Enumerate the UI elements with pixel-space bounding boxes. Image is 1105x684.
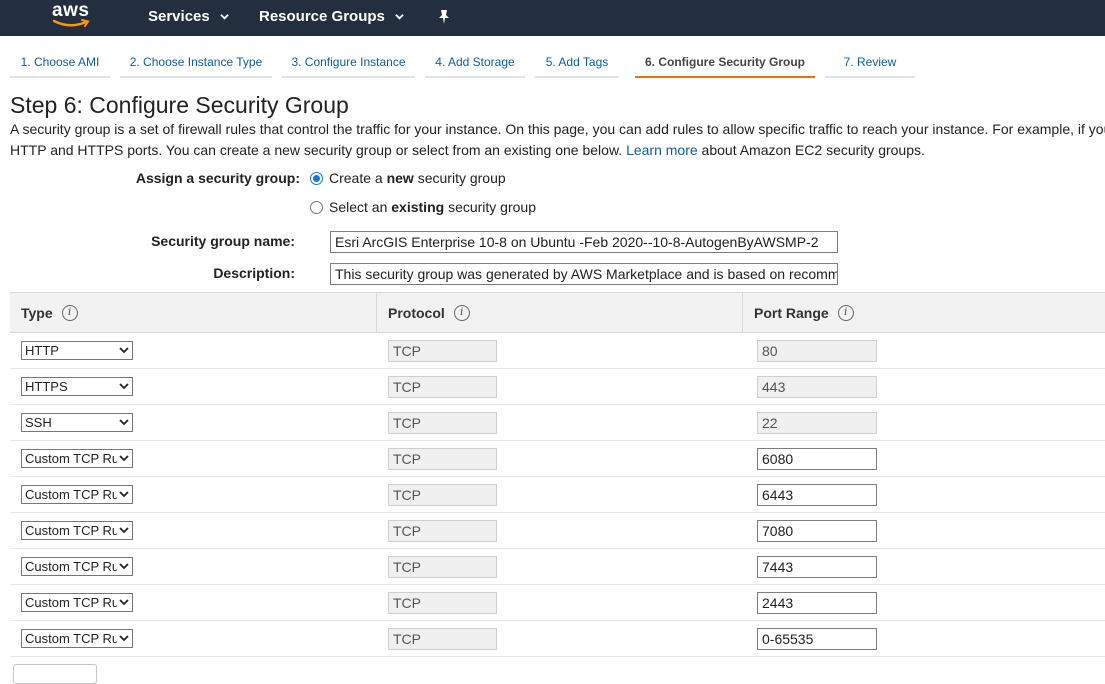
column-port-range: Port Range i — [742, 293, 1105, 332]
tab-configure-security-group[interactable]: 6. Configure Security Group — [635, 48, 815, 78]
table-row: HTTPS TCP 443 — [10, 369, 1105, 405]
wizard-steps: 1. Choose AMI 2. Choose Instance Type 3.… — [10, 48, 915, 78]
port-range-field: 80 — [757, 340, 877, 362]
services-label: Services — [148, 8, 210, 25]
chevron-down-icon — [119, 419, 129, 426]
table-row: SSH TCP 22 — [10, 405, 1105, 441]
intro-line-1: A security group is a set of firewall ru… — [10, 121, 1105, 137]
protocol-field: TCP — [388, 340, 497, 362]
table-row: Custom TCP Rule TCP 2443 — [10, 585, 1105, 621]
type-select[interactable]: Custom TCP Rule — [21, 593, 133, 612]
tab-add-storage[interactable]: 4. Add Storage — [425, 48, 525, 78]
tab-choose-instance-type[interactable]: 2. Choose Instance Type — [120, 48, 272, 78]
tab-choose-ami[interactable]: 1. Choose AMI — [10, 48, 110, 78]
type-select[interactable]: Custom TCP Rule — [21, 449, 133, 468]
port-range-field: 443 — [757, 376, 877, 398]
protocol-field: TCP — [388, 484, 497, 506]
intro-line-2-tail: about Amazon EC2 security groups. — [701, 142, 925, 158]
protocol-field: TCP — [388, 520, 497, 542]
type-select[interactable]: Custom TCP Rule — [21, 521, 133, 540]
protocol-field: TCP — [388, 592, 497, 614]
aws-logo[interactable]: aws — [52, 0, 96, 32]
resource-groups-label: Resource Groups — [259, 8, 385, 25]
port-range-input[interactable]: 0-65535 — [757, 628, 877, 650]
info-icon[interactable]: i — [837, 304, 854, 321]
chevron-down-icon — [119, 635, 129, 642]
table-row: Custom TCP Rule TCP 0-65535 — [10, 621, 1105, 657]
chevron-down-icon — [119, 599, 129, 606]
page-intro: A security group is a set of firewall ru… — [10, 119, 1105, 161]
radio-create-new-label: Create a new security group — [329, 170, 506, 186]
tab-configure-instance[interactable]: 3. Configure Instance — [282, 48, 415, 78]
table-row: Custom TCP Rule TCP 6080 — [10, 441, 1105, 477]
protocol-field: TCP — [388, 628, 497, 650]
security-rules-table: Type i Protocol i Port Range i HTTP TCP … — [10, 292, 1105, 657]
type-select[interactable]: HTTP — [21, 341, 133, 360]
chevron-down-icon — [119, 347, 129, 354]
aws-smile-icon — [52, 19, 90, 27]
radio-create-new[interactable]: Create a new security group — [310, 170, 506, 186]
chevron-down-icon — [119, 491, 129, 498]
table-row: Custom TCP Rule TCP 6443 — [10, 477, 1105, 513]
intro-line-2: HTTP and HTTPS ports. You can create a n… — [10, 142, 623, 158]
port-range-input[interactable]: 6080 — [757, 448, 877, 470]
tab-review[interactable]: 7. Review — [825, 48, 915, 78]
security-group-name-input[interactable]: Esri ArcGIS Enterprise 10-8 on Ubuntu -F… — [330, 231, 838, 253]
protocol-field: TCP — [388, 376, 497, 398]
radio-select-existing[interactable]: Select an existing security group — [310, 199, 536, 215]
pin-icon[interactable] — [437, 9, 451, 25]
port-range-input[interactable]: 7443 — [757, 556, 877, 578]
port-range-input[interactable]: 7080 — [757, 520, 877, 542]
add-rule-button[interactable] — [13, 664, 97, 684]
type-select[interactable]: Custom TCP Rule — [21, 557, 133, 576]
table-row: HTTP TCP 80 — [10, 333, 1105, 369]
chevron-down-icon — [119, 527, 129, 534]
description-label: Description: — [213, 265, 295, 281]
type-select[interactable]: Custom TCP Rule — [21, 485, 133, 504]
description-input[interactable]: This security group was generated by AWS… — [330, 263, 838, 285]
assign-security-group-label: Assign a security group: — [135, 170, 300, 186]
table-row: Custom TCP Rule TCP 7080 — [10, 513, 1105, 549]
type-select[interactable]: SSH — [21, 413, 133, 432]
table-row: Custom TCP Rule TCP 7443 — [10, 549, 1105, 585]
table-header: Type i Protocol i Port Range i — [10, 292, 1105, 333]
port-range-input[interactable]: 2443 — [757, 592, 877, 614]
radio-select-existing-button[interactable] — [310, 200, 323, 214]
chevron-down-icon — [119, 455, 129, 462]
chevron-down-icon — [119, 383, 129, 390]
chevron-down-icon — [219, 14, 229, 20]
port-range-input[interactable]: 6443 — [757, 484, 877, 506]
column-type: Type i — [10, 293, 376, 332]
tab-add-tags[interactable]: 5. Add Tags — [535, 48, 619, 78]
type-select[interactable]: Custom TCP Rule — [21, 629, 133, 648]
type-select[interactable]: HTTPS — [21, 377, 133, 396]
services-menu[interactable]: Services — [148, 8, 229, 25]
column-protocol: Protocol i — [376, 293, 742, 332]
protocol-field: TCP — [388, 448, 497, 470]
info-icon[interactable]: i — [61, 304, 78, 321]
learn-more-link[interactable]: Learn more — [626, 142, 698, 158]
protocol-field: TCP — [388, 412, 497, 434]
port-range-field: 22 — [757, 412, 877, 434]
protocol-field: TCP — [388, 556, 497, 578]
radio-create-new-button[interactable] — [310, 171, 323, 185]
security-group-name-label: Security group name: — [151, 233, 295, 249]
radio-select-existing-label: Select an existing security group — [329, 199, 536, 215]
info-icon[interactable]: i — [453, 304, 470, 321]
resource-groups-menu[interactable]: Resource Groups — [259, 8, 404, 25]
top-nav-bar: aws Services Resource Groups — [0, 0, 1105, 36]
page-title: Step 6: Configure Security Group — [10, 92, 349, 118]
chevron-down-icon — [119, 563, 129, 570]
chevron-down-icon — [395, 14, 404, 20]
